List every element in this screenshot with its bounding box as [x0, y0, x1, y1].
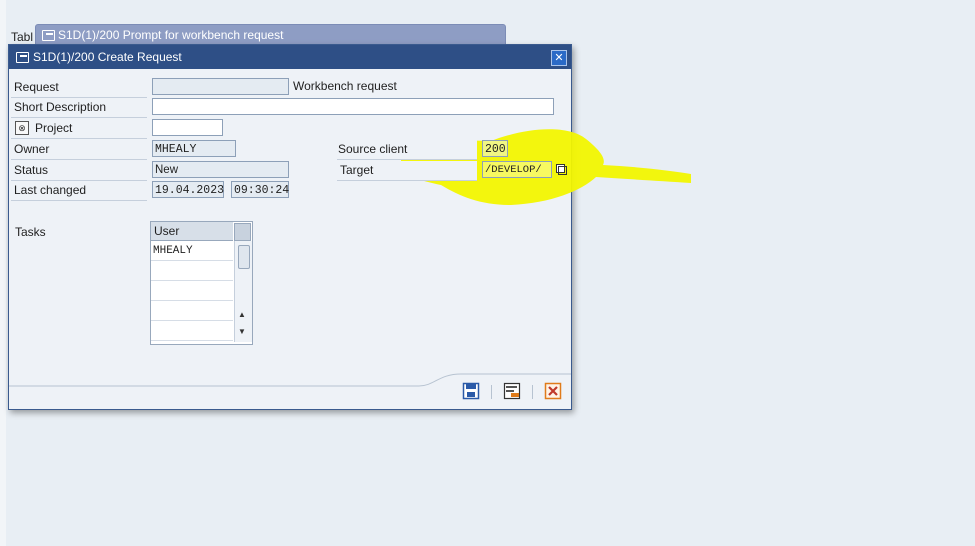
copy-icon-back: [558, 166, 567, 175]
toolbar-separator: [532, 385, 533, 399]
cancel-button[interactable]: [544, 382, 562, 400]
table-row[interactable]: [151, 322, 233, 341]
request-label: Request: [14, 80, 59, 94]
scroll-thumb[interactable]: [238, 245, 250, 269]
dialog-titlebar: S1D(1)/200 Create Request ✕: [9, 45, 571, 69]
row-project: ⊗ Project: [11, 119, 147, 139]
row-target: Target: [337, 161, 477, 181]
toolbar-separator: [491, 385, 492, 399]
status-field[interactable]: New: [152, 161, 289, 178]
table-row[interactable]: [151, 302, 233, 321]
back-dialog-title: S1D(1)/200 Prompt for workbench request: [58, 28, 284, 42]
last-changed-time-field[interactable]: 09:30:24: [231, 181, 289, 198]
background-strip: [0, 0, 6, 546]
row-source-client: Source client: [337, 140, 477, 160]
last-changed-label: Last changed: [14, 183, 87, 197]
short-description-label: Short Description: [14, 100, 107, 114]
background-label: Tabl: [11, 30, 34, 44]
window-icon: [42, 30, 55, 41]
source-client-label: Source client: [338, 142, 408, 156]
close-button[interactable]: ✕: [551, 50, 567, 66]
request-type-text: Workbench request: [293, 79, 397, 93]
target-value-help-button[interactable]: [554, 163, 567, 175]
owner-label: Owner: [14, 142, 50, 156]
footer-divider: [9, 373, 571, 387]
cancel-icon: [544, 382, 562, 400]
save-button[interactable]: [462, 382, 480, 400]
tasks-table: User MHEALY ▲ ▼: [150, 221, 253, 345]
table-row[interactable]: [151, 262, 233, 281]
short-description-input[interactable]: [152, 98, 554, 115]
last-changed-date-field[interactable]: 19.04.2023: [152, 181, 224, 198]
status-label: Status: [14, 163, 49, 177]
project-icon: ⊗: [15, 121, 29, 135]
create-request-dialog: S1D(1)/200 Create Request ✕ Request Work…: [8, 44, 691, 410]
table-row[interactable]: [151, 282, 233, 301]
source-client-field[interactable]: 200: [482, 140, 508, 157]
project-input[interactable]: [152, 119, 223, 136]
save-icon: [462, 382, 480, 400]
row-status: Status: [11, 161, 147, 181]
tasks-column-user[interactable]: User: [151, 222, 233, 241]
row-owner: Owner: [11, 140, 147, 160]
target-input[interactable]: /DEVELOP/: [482, 161, 552, 178]
row-short-description: Short Description: [11, 98, 147, 118]
request-field[interactable]: [152, 78, 289, 95]
choose-icon: [503, 382, 521, 400]
tasks-table-settings[interactable]: [234, 223, 251, 241]
tasks-scrollbar[interactable]: ▲ ▼: [234, 241, 252, 342]
row-last-changed: Last changed: [11, 181, 147, 201]
owner-field[interactable]: MHEALY: [152, 140, 236, 157]
project-label: Project: [35, 121, 73, 135]
scroll-down-icon[interactable]: ▼: [238, 327, 246, 336]
table-row[interactable]: MHEALY: [151, 242, 233, 261]
row-request: Request: [11, 78, 147, 98]
back-dialog-titlebar: S1D(1)/200 Prompt for workbench request: [35, 24, 506, 46]
tasks-label: Tasks: [15, 225, 46, 239]
window-icon: [16, 52, 29, 63]
choose-button[interactable]: [503, 382, 521, 400]
scroll-up-icon[interactable]: ▲: [238, 310, 246, 319]
dialog-title: S1D(1)/200 Create Request: [33, 50, 182, 64]
target-label: Target: [340, 163, 374, 177]
